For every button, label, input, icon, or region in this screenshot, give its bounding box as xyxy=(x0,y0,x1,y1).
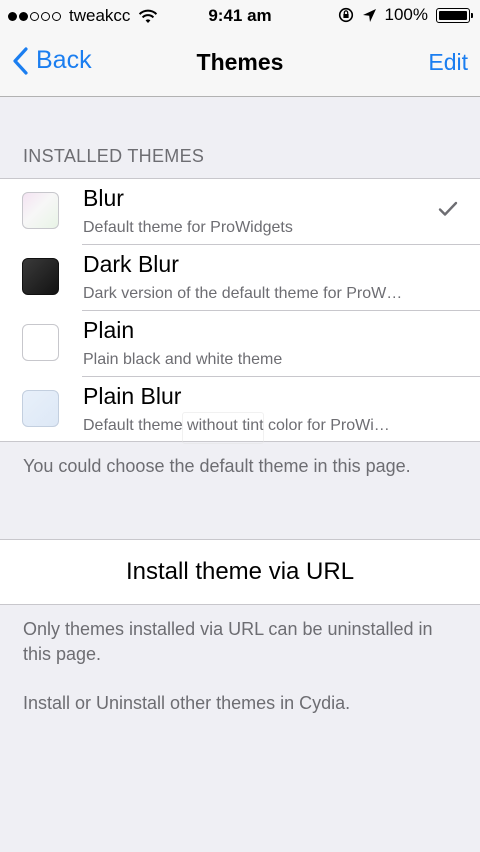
install-theme-url-button[interactable]: Install theme via URL xyxy=(0,539,480,605)
theme-row-plain[interactable]: Plain Plain black and white theme xyxy=(0,311,480,377)
theme-name: Plain Blur xyxy=(83,383,182,409)
cydia-note: Install or Uninstall other themes in Cyd… xyxy=(23,693,351,713)
theme-name: Plain xyxy=(83,317,135,343)
theme-swatch xyxy=(22,258,59,295)
theme-description: Plain black and white theme xyxy=(83,351,283,368)
theme-swatch xyxy=(22,192,59,229)
theme-name: Dark Blur xyxy=(83,251,179,277)
top-bar: tweakcc 9:41 am 100% Back Themes Edit xyxy=(0,0,480,97)
theme-row-blur[interactable]: Blur Default theme for ProWidgets xyxy=(0,179,480,245)
installed-themes-header: INSTALLED THEMES xyxy=(23,146,205,166)
url-install-note: Only themes installed via URL can be uni… xyxy=(23,619,433,664)
battery-icon xyxy=(436,7,473,23)
installed-themes-footer: You could choose the default theme in th… xyxy=(23,456,411,476)
status-right: 100% xyxy=(338,5,473,25)
battery-percent: 100% xyxy=(384,5,428,24)
page-title: Themes xyxy=(196,49,284,75)
theme-name: Blur xyxy=(83,185,124,211)
theme-description: Default theme for ProWidgets xyxy=(83,219,293,236)
theme-row-dark-blur[interactable]: Dark Blur Dark version of the default th… xyxy=(0,245,480,311)
installed-themes-list: Blur Default theme for ProWidgets Dark B… xyxy=(0,178,480,442)
edit-button[interactable]: Edit xyxy=(428,49,468,76)
rotation-lock-icon xyxy=(338,7,353,23)
theme-swatch xyxy=(22,324,59,361)
theme-swatch xyxy=(22,390,59,427)
navigation-bar: Back Themes Edit xyxy=(0,32,480,96)
watermark xyxy=(182,412,264,444)
location-arrow-icon xyxy=(362,8,376,22)
checkmark-icon xyxy=(438,201,458,216)
theme-description: Dark version of the default theme for Pr… xyxy=(83,285,403,302)
status-bar: tweakcc 9:41 am 100% xyxy=(0,0,480,32)
